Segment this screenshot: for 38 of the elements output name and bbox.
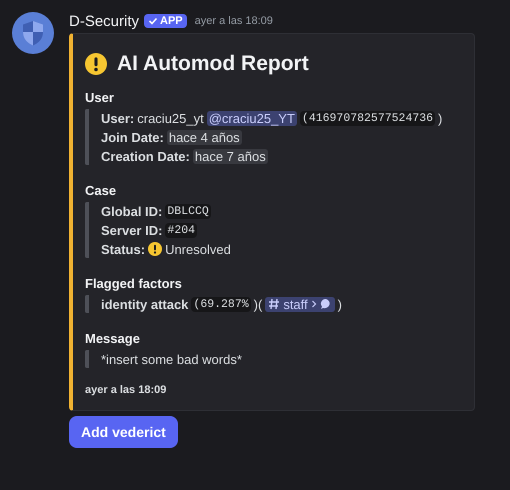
section-heading: Case [85, 183, 118, 198]
field-value: )( [254, 296, 262, 312]
field-label: User: [101, 110, 134, 126]
section-heading: Flagged factors [85, 276, 183, 291]
embed-footer: ayer a las 18:09 [85, 384, 460, 396]
author-name[interactable]: D-Security [69, 12, 140, 30]
field-value: ) [438, 110, 442, 126]
embed-title: AI Automod Report [117, 52, 309, 76]
timestamp-chip: hace 4 años [166, 130, 242, 144]
hash-icon [268, 298, 280, 310]
shield-avatar[interactable] [12, 12, 54, 54]
message-timestamp: ayer a las 18:09 [194, 15, 273, 27]
user-mention[interactable]: @craciu25_YT [206, 110, 297, 126]
channel-mention[interactable]: staff [265, 296, 335, 312]
field-value: *insert some bad words* [101, 352, 242, 366]
inline-code: (416970782577524736 [300, 110, 436, 126]
chat-bubble-icon [320, 298, 332, 310]
field-label: Status: [101, 242, 146, 256]
warning-icon [85, 53, 107, 75]
field-value: ) [338, 296, 342, 312]
field-label: Join Date: [101, 130, 164, 144]
inline-code: #204 [165, 222, 198, 238]
inline-code: (69.287% [191, 296, 251, 312]
timestamp-chip: hace 7 años [192, 148, 268, 164]
section-heading: Message [85, 331, 141, 346]
field-label: Server ID: [101, 222, 162, 238]
checkmark-icon [148, 16, 158, 26]
chevron-icon [310, 300, 317, 308]
warning-icon [148, 242, 162, 256]
field-label: Creation Date: [101, 148, 190, 164]
field-value: craciu25_yt [137, 110, 204, 126]
section-heading: User [85, 90, 115, 105]
field-label: Global ID: [101, 204, 162, 218]
add-verdict-button[interactable]: Add vederict [69, 416, 178, 448]
field-value: Unresolved [165, 242, 231, 256]
field-label: identity attack [101, 296, 188, 312]
inline-code: DBLCCQ [165, 204, 211, 218]
app-badge: APP [144, 14, 187, 28]
